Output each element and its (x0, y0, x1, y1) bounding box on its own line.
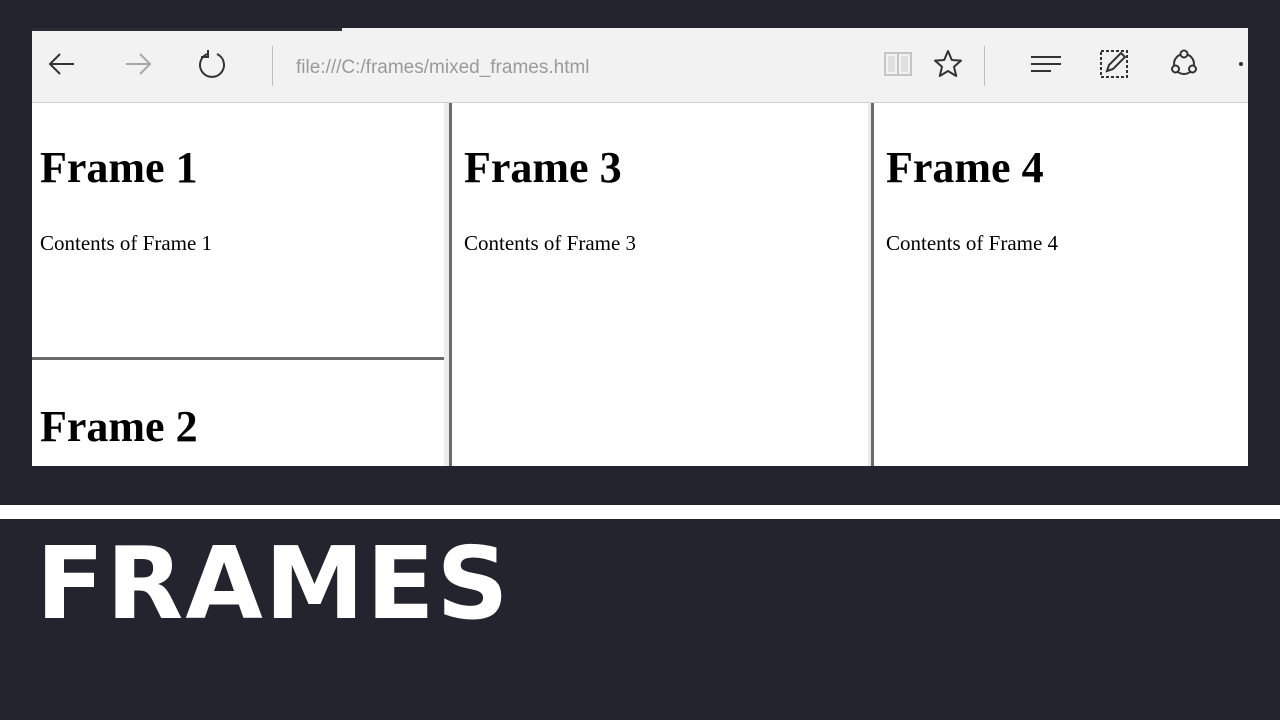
frame-2: Frame 2 (32, 360, 444, 466)
frame-3: Frame 3 Contents of Frame 3 (456, 103, 868, 466)
web-note-icon (1100, 50, 1128, 78)
browser-window: file:///C:/frames/mixed_frames.html Fram… (32, 28, 1248, 466)
reading-view-icon (884, 52, 912, 76)
share-button[interactable] (1166, 46, 1202, 82)
share-icon (1171, 49, 1197, 75)
frame-1: Frame 1 Contents of Frame 1 (32, 103, 444, 353)
frame-heading: Frame 4 (886, 143, 1044, 192)
frame-border[interactable] (871, 103, 874, 466)
frame-heading: Frame 1 (40, 143, 198, 192)
frame-4: Frame 4 Contents of Frame 4 (878, 103, 1248, 466)
web-note-button[interactable] (1096, 46, 1132, 82)
address-bar[interactable]: file:///C:/frames/mixed_frames.html (296, 56, 590, 80)
tab-strip-edge (32, 28, 342, 31)
frame-content: Contents of Frame 3 (464, 231, 637, 255)
frame-heading: Frame 2 (40, 402, 198, 451)
divider-band (0, 505, 1280, 519)
reading-view-button[interactable] (880, 46, 916, 82)
back-button[interactable] (44, 46, 80, 82)
frame-heading: Frame 3 (464, 143, 622, 192)
refresh-icon (199, 50, 225, 78)
back-arrow-icon (48, 53, 74, 75)
frame-content: Contents of Frame 4 (886, 231, 1059, 255)
favorite-star-icon (934, 50, 962, 77)
forward-button[interactable] (120, 46, 156, 82)
forward-arrow-icon (126, 53, 152, 75)
toolbar-separator (984, 46, 985, 86)
frame-border[interactable] (449, 103, 452, 466)
hub-icon (1031, 56, 1061, 72)
favorite-button[interactable] (930, 46, 966, 82)
hub-button[interactable] (1028, 46, 1064, 82)
more-icon (1239, 62, 1243, 66)
refresh-button[interactable] (194, 46, 230, 82)
more-button[interactable] (1224, 46, 1248, 82)
toolbar-separator (272, 46, 273, 86)
caption-title: FRAMES (36, 525, 511, 642)
browser-toolbar: file:///C:/frames/mixed_frames.html (32, 28, 1248, 103)
frame-content: Contents of Frame 1 (40, 231, 213, 255)
